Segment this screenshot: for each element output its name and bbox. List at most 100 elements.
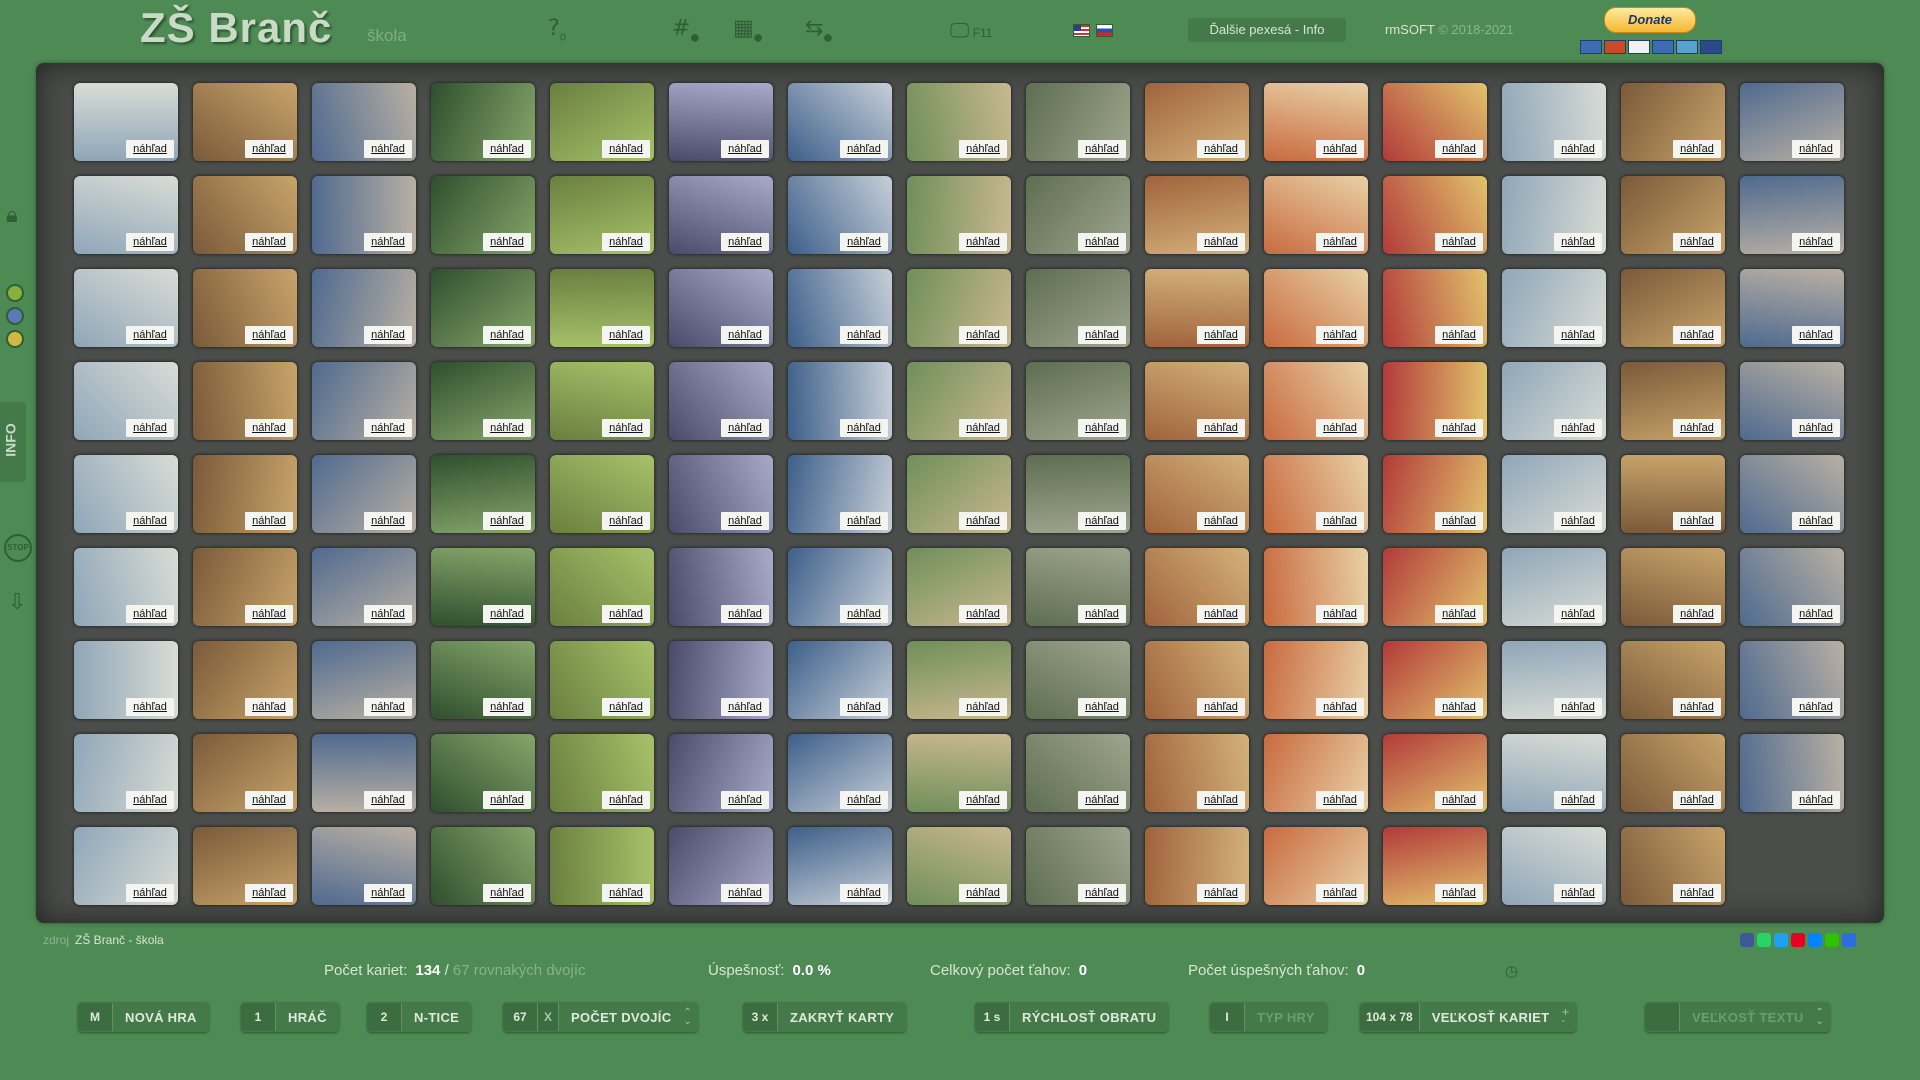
fullscreen-button[interactable]: 🖵 F11 (950, 18, 992, 42)
preview-link[interactable]: náhľad (1673, 605, 1721, 623)
preview-link[interactable]: náhľad (840, 605, 888, 623)
preview-link[interactable]: náhľad (602, 791, 650, 809)
memory-card[interactable]: náhľad (1502, 269, 1606, 347)
memory-card[interactable]: náhľad (1621, 83, 1725, 161)
memory-card[interactable]: náhľad (312, 362, 416, 440)
preview-link[interactable]: náhľad (245, 140, 293, 158)
memory-card[interactable]: náhľad (1026, 455, 1130, 533)
preview-link[interactable]: náhľad (364, 791, 412, 809)
preview-link[interactable]: náhľad (1435, 698, 1483, 716)
preview-link[interactable]: náhľad (721, 884, 769, 902)
arrow-down-icon[interactable]: ⇩ (8, 590, 26, 615)
preview-link[interactable]: náhľad (840, 233, 888, 251)
memory-card[interactable]: náhľad (669, 269, 773, 347)
preview-link[interactable]: náhľad (1435, 140, 1483, 158)
preview-link[interactable]: náhľad (1078, 326, 1126, 344)
messenger-icon[interactable] (1808, 933, 1822, 947)
memory-card[interactable]: náhľad (1502, 548, 1606, 626)
cover-cards-control[interactable]: 3 x ZAKRYŤ KARTY (743, 1002, 907, 1032)
memory-card[interactable]: náhľad (550, 548, 654, 626)
preview-link[interactable]: náhľad (1554, 512, 1602, 530)
stepper-icon[interactable]: ⌃ ⌄ (1816, 1008, 1830, 1027)
preview-link[interactable]: náhľad (1316, 233, 1364, 251)
whatsapp-icon[interactable] (1757, 933, 1771, 947)
preview-link[interactable]: náhľad (1435, 233, 1483, 251)
memory-card[interactable]: náhľad (193, 548, 297, 626)
preview-link[interactable]: náhľad (1792, 605, 1840, 623)
preview-link[interactable]: náhľad (1673, 791, 1721, 809)
preview-link[interactable]: náhľad (840, 140, 888, 158)
memory-card[interactable]: náhľad (431, 269, 535, 347)
preview-link[interactable]: náhľad (959, 605, 1007, 623)
memory-card[interactable]: náhľad (1145, 455, 1249, 533)
memory-card[interactable]: náhľad (1026, 827, 1130, 905)
memory-card[interactable]: náhľad (193, 827, 297, 905)
preview-link[interactable]: náhľad (1554, 605, 1602, 623)
yellow-theme-icon[interactable] (6, 330, 24, 348)
preview-link[interactable]: náhľad (126, 605, 174, 623)
memory-card[interactable]: náhľad (1145, 548, 1249, 626)
memory-card[interactable]: náhľad (431, 641, 535, 719)
memory-card[interactable]: náhľad (907, 362, 1011, 440)
memory-card[interactable]: náhľad (193, 269, 297, 347)
memory-card[interactable]: náhľad (788, 827, 892, 905)
english-flag-icon[interactable] (1073, 24, 1090, 37)
stepper-icon[interactable]: + - (1561, 1008, 1575, 1027)
memory-card[interactable]: náhľad (1145, 641, 1249, 719)
memory-card[interactable]: náhľad (1145, 83, 1249, 161)
preview-link[interactable]: náhľad (1792, 698, 1840, 716)
preview-link[interactable]: náhľad (1316, 140, 1364, 158)
memory-card[interactable]: náhľad (907, 455, 1011, 533)
preview-link[interactable]: náhľad (1554, 884, 1602, 902)
memory-card[interactable]: náhľad (1264, 827, 1368, 905)
memory-card[interactable]: náhľad (1502, 641, 1606, 719)
preview-link[interactable]: náhľad (1435, 605, 1483, 623)
preview-link[interactable]: náhľad (959, 326, 1007, 344)
preview-link[interactable]: náhľad (721, 326, 769, 344)
preview-link[interactable]: náhľad (483, 326, 531, 344)
wechat-icon[interactable] (1825, 933, 1839, 947)
preview-link[interactable]: náhľad (1197, 512, 1245, 530)
preview-link[interactable]: náhľad (1554, 419, 1602, 437)
memory-card[interactable]: náhľad (669, 176, 773, 254)
memory-card[interactable]: náhľad (1740, 548, 1844, 626)
memory-card[interactable]: náhľad (1026, 362, 1130, 440)
memory-card[interactable]: náhľad (431, 83, 535, 161)
memory-card[interactable]: náhľad (550, 827, 654, 905)
preview-link[interactable]: náhľad (840, 791, 888, 809)
memory-card[interactable]: náhľad (431, 362, 535, 440)
memory-card[interactable]: náhľad (669, 641, 773, 719)
preview-link[interactable]: náhľad (126, 140, 174, 158)
preview-link[interactable]: náhľad (364, 884, 412, 902)
preview-link[interactable]: náhľad (1792, 233, 1840, 251)
preview-link[interactable]: náhľad (959, 698, 1007, 716)
memory-card[interactable]: náhľad (1145, 734, 1249, 812)
memory-card[interactable]: náhľad (193, 83, 297, 161)
preview-link[interactable]: náhľad (1078, 233, 1126, 251)
preview-link[interactable]: náhľad (840, 698, 888, 716)
swap-icon[interactable]: ⇆● (805, 16, 832, 43)
memory-card[interactable]: náhľad (1264, 455, 1368, 533)
preview-link[interactable]: náhľad (126, 326, 174, 344)
memory-card[interactable]: náhľad (431, 548, 535, 626)
preview-link[interactable]: náhľad (1673, 233, 1721, 251)
preview-link[interactable]: náhľad (721, 605, 769, 623)
share-plus-icon[interactable] (1842, 933, 1856, 947)
preview-link[interactable]: náhľad (1554, 233, 1602, 251)
preview-link[interactable]: náhľad (1197, 140, 1245, 158)
memory-card[interactable]: náhľad (1383, 641, 1487, 719)
memory-card[interactable]: náhľad (788, 455, 892, 533)
preview-link[interactable]: náhľad (483, 791, 531, 809)
memory-card[interactable]: náhľad (74, 455, 178, 533)
memory-card[interactable]: náhľad (312, 548, 416, 626)
memory-card[interactable]: náhľad (1026, 734, 1130, 812)
preview-link[interactable]: náhľad (245, 791, 293, 809)
preview-link[interactable]: náhľad (721, 791, 769, 809)
flip-speed-control[interactable]: 1 s RÝCHLOSŤ OBRATU (975, 1002, 1169, 1032)
preview-link[interactable]: náhľad (1197, 326, 1245, 344)
memory-card[interactable]: náhľad (1740, 734, 1844, 812)
memory-card[interactable]: náhľad (74, 548, 178, 626)
memory-card[interactable]: náhľad (74, 83, 178, 161)
hash-icon[interactable]: #● (672, 16, 699, 43)
memory-card[interactable]: náhľad (1502, 176, 1606, 254)
